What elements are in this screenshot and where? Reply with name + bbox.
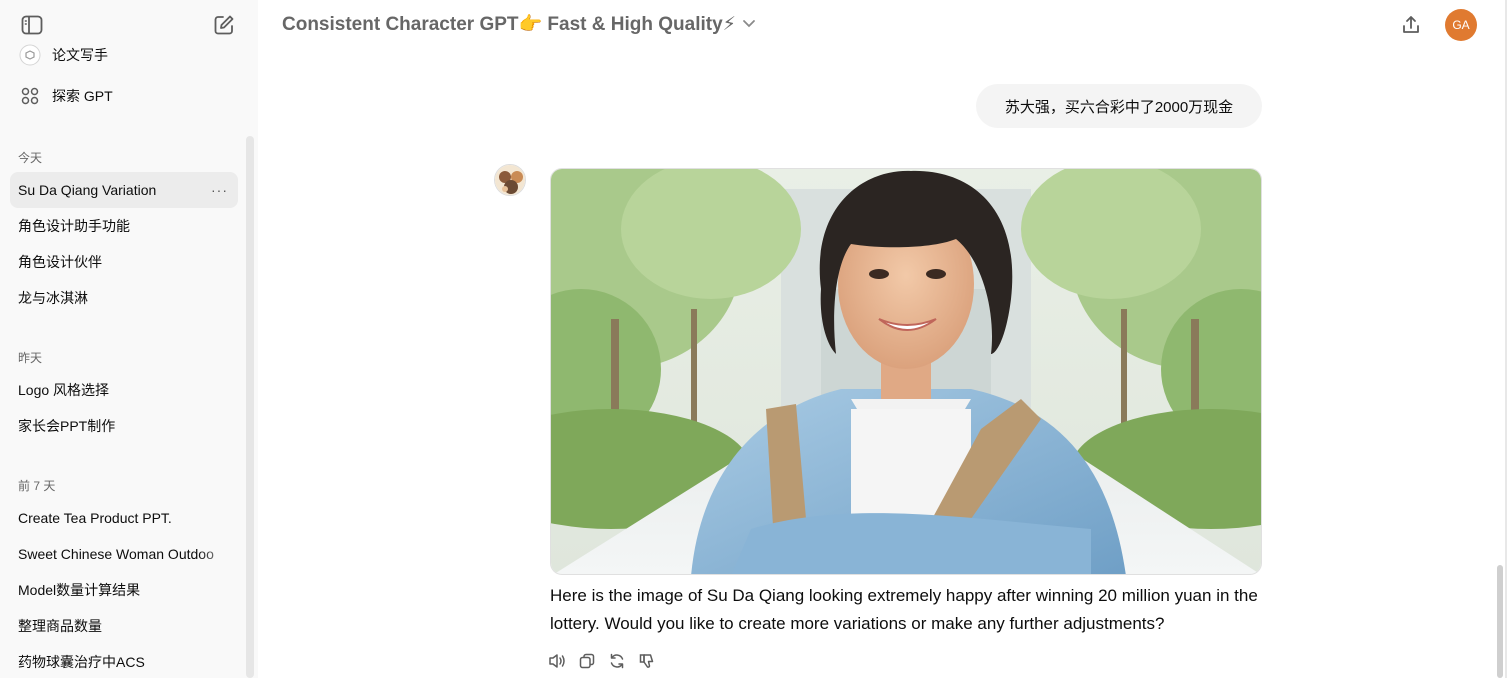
chat-item-label: 龙与冰淇淋 [18,290,88,306]
chat-item[interactable]: 药物球囊治疗中ACS [10,644,238,678]
chat-item-su-da-qiang-variation[interactable]: Su Da Qiang Variation ··· [10,172,238,208]
chat-item[interactable]: Create Tea Product PPT. [10,500,238,536]
speaker-icon [549,654,565,668]
gpt-item-label: 论文写手 [52,47,108,63]
user-message: 苏大强，买六合彩中了2000万现金 [976,84,1262,128]
sidebar-scrollbar[interactable] [246,136,254,678]
chat-item-label: Logo 风格选择 [18,382,110,398]
share-button[interactable] [1398,12,1424,38]
chat-item-label: Su Da Qiang Variation [18,182,157,198]
chevron-down-icon [742,17,756,31]
chat-item-label: 角色设计助手功能 [18,218,130,234]
gpt-avatar [494,164,526,196]
chat-item[interactable]: Logo 风格选择 [10,372,238,408]
message-actions [547,651,657,671]
header: Consistent Character GPT👉 Fast & High Qu… [258,0,1507,50]
chat-item-label: Sweet Chinese Woman Outdoo [18,546,214,562]
refresh-icon [610,653,624,669]
generated-image[interactable] [550,168,1262,575]
chat-item[interactable]: 角色设计助手功能 [10,208,238,244]
new-chat-button[interactable] [211,12,237,38]
section-label-today: 今天 [18,151,43,165]
explore-gpts-label: 探索 GPT [52,88,113,104]
chat-item-label: 家长会PPT制作 [18,418,116,434]
thumbs-down-button[interactable] [637,651,657,671]
gpt-item-thesis-writer[interactable]: 论文写手 [10,38,238,72]
user-avatar[interactable]: GA [1445,9,1477,41]
chat-item[interactable]: 龙与冰淇淋 [10,280,238,316]
chat-item-label: 角色设计伙伴 [18,254,102,270]
compose-icon [214,15,234,35]
toggle-sidebar-button[interactable] [19,12,45,38]
chat-item-label: Model数量计算结果 [18,582,141,598]
generated-portrait-illustration [551,169,1261,574]
assistant-message: Here is the image of Su Da Qiang looking… [550,586,1258,633]
gpt-avatar-icon [495,165,525,195]
chat-item-label: Create Tea Product PPT. [18,510,172,526]
chat-item[interactable]: 整理商品数量 [10,608,238,644]
chat-item[interactable]: Model数量计算结果 [10,572,238,608]
copy-button[interactable] [577,651,597,671]
explore-gpts-item[interactable]: 探索 GPT [10,79,238,113]
share-icon [1403,16,1419,33]
text-fade [198,536,238,572]
model-selector[interactable]: Consistent Character GPT👉 Fast & High Qu… [282,12,756,36]
sidebar: 论文写手 探索 GPT 今天 Su Da Qiang Variation ···… [0,0,258,678]
main-scrollbar[interactable] [1497,565,1503,678]
chat-item[interactable]: Sweet Chinese Woman Outdoo [10,536,238,572]
read-aloud-button[interactable] [547,651,567,671]
copy-icon [579,653,595,669]
grid-icon [18,84,42,108]
section-label-previous-7-days: 前 7 天 [18,479,56,493]
chat-item-label: 药物球囊治疗中ACS [18,654,145,670]
model-title: Consistent Character GPT👉 Fast & High Qu… [282,14,737,35]
thumbs-down-icon [639,654,654,668]
regenerate-button[interactable] [607,651,627,671]
chat-item[interactable]: 角色设计伙伴 [10,244,238,280]
chat-item[interactable]: 家长会PPT制作 [10,408,238,444]
sidebar-toggle-icon [21,15,43,35]
section-label-yesterday: 昨天 [18,351,43,365]
gpt-avatar-icon [18,43,42,67]
more-options-icon[interactable]: ··· [211,182,228,198]
chat-item-label: 整理商品数量 [18,618,102,634]
